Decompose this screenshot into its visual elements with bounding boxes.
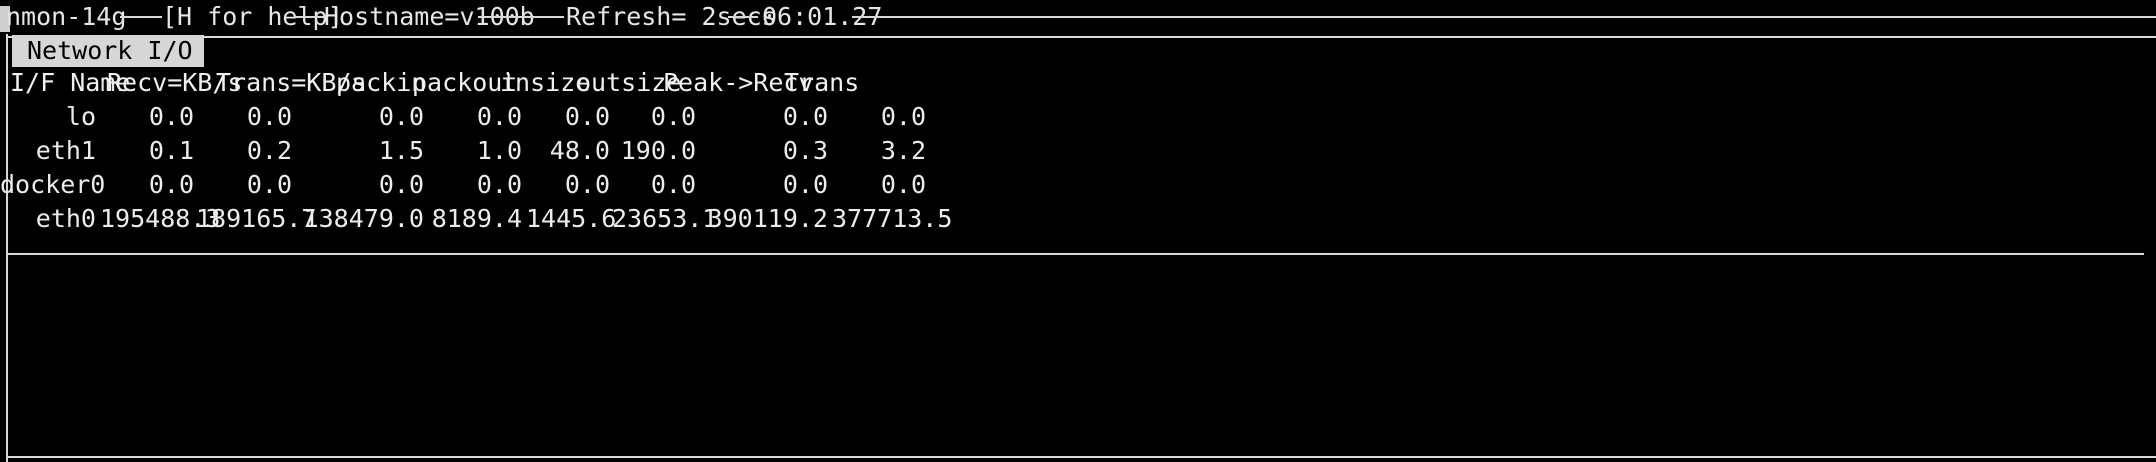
divider [728, 16, 758, 18]
table-cell: 0.0 [246, 170, 292, 199]
table-cell: 0.0 [246, 102, 292, 131]
divider [478, 16, 564, 18]
table-cell: 0.1 [148, 136, 194, 165]
table-cell: 0.0 [880, 102, 926, 131]
table-cell: 1.0 [476, 136, 522, 165]
table-cell: 377713.5 [832, 204, 953, 233]
table-cell: 0.0 [782, 102, 828, 131]
table-cell: 0.0 [564, 170, 610, 199]
table-row: eth1 0.1 0.2 1.5 1.0 48.0 190.0 0.3 3.2 [0, 134, 2156, 168]
divider [294, 16, 324, 18]
nmon-status-bar: nmon-14g [H for help] Hostname=v100b Ref… [0, 0, 2156, 34]
table-cell: 0.0 [564, 102, 610, 131]
table-cell: 0.0 [650, 102, 696, 131]
table-cell: 3.2 [880, 136, 926, 165]
table-cell: 0.0 [650, 170, 696, 199]
table-cell: 0.0 [476, 170, 522, 199]
table-cell: 1445.6 [526, 204, 617, 233]
table-cell: 0.0 [148, 102, 194, 131]
interface-name: lo [65, 102, 96, 131]
table-cell: 138479.0 [303, 204, 424, 233]
table-cell: 0.0 [476, 102, 522, 131]
section-bottom-rule [8, 253, 2144, 255]
section-top-rule [8, 36, 2156, 38]
table-cell: 190.0 [620, 136, 696, 165]
network-io-section-title: Network I/O [12, 35, 204, 67]
table-cell: 23653.1 [612, 204, 718, 233]
screen-bottom-rule [8, 456, 2156, 458]
table-header: I/F Name Recv=KB/s Trans=KB/s packin pac… [0, 66, 2156, 100]
table-cell: 1.5 [378, 136, 424, 165]
table-cell: 189165.7 [196, 204, 317, 233]
app-name: nmon-14g [6, 2, 127, 31]
terminal-window: nmon-14g [H for help] Hostname=v100b Ref… [0, 0, 2156, 462]
column-header: Trans [784, 68, 860, 97]
table-cell: 195488.3 [100, 204, 221, 233]
interface-name: eth1 [35, 136, 96, 165]
interface-name: eth0 [35, 204, 96, 233]
table-cell: 0.0 [148, 170, 194, 199]
table-cell: 48.0 [549, 136, 610, 165]
table-row: docker0 0.0 0.0 0.0 0.0 0.0 0.0 0.0 0.0 [0, 168, 2156, 202]
table-row: eth0 195488.3 189165.7 138479.0 8189.4 1… [0, 202, 2156, 236]
interface-name: docker0 [0, 170, 106, 199]
divider [120, 16, 162, 18]
table-cell: 0.3 [782, 136, 828, 165]
table-cell: 8189.4 [431, 204, 522, 233]
table-cell: 0.0 [880, 170, 926, 199]
table-cell: 0.0 [378, 170, 424, 199]
table-cell: 0.2 [246, 136, 292, 165]
table-cell: 390119.2 [707, 204, 828, 233]
table-cell: 0.0 [378, 102, 424, 131]
table-cell: 0.0 [782, 170, 828, 199]
divider [852, 16, 2156, 18]
table-row: lo 0.0 0.0 0.0 0.0 0.0 0.0 0.0 0.0 [0, 100, 2156, 134]
